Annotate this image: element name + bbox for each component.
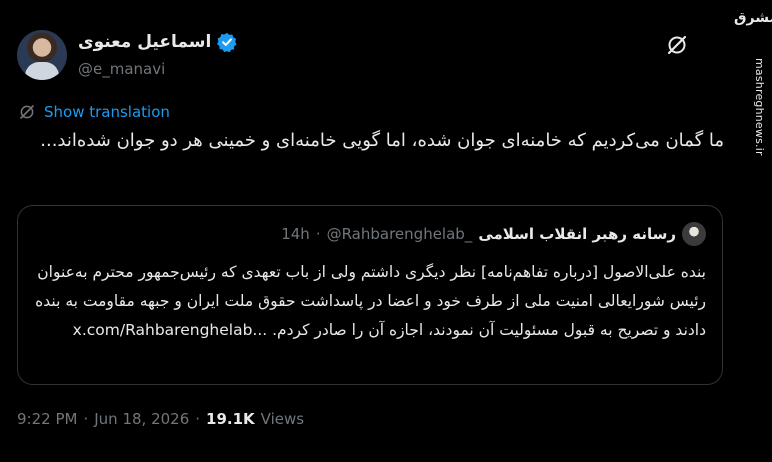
- watermark-site: mashreghnews.ir: [753, 58, 766, 156]
- meta-separator-2: ·: [195, 410, 201, 428]
- quoted-time[interactable]: 14h: [281, 225, 310, 243]
- translate-icon: [20, 105, 34, 119]
- watermark-strip: مشرق mashreghnews.ir: [734, 0, 772, 462]
- show-translation-button[interactable]: Show translation: [18, 103, 170, 121]
- author-display-name[interactable]: اسماعیل معنوی: [78, 32, 211, 52]
- author-name-row: اسماعیل معنوی: [78, 32, 237, 52]
- quoted-handle[interactable]: @Rahbarenghelab_: [327, 225, 473, 243]
- quoted-separator: ·: [315, 225, 321, 243]
- tweet-text: ما گمان می‌کردیم که خامنه‌ای جوان شده، ا…: [40, 130, 724, 151]
- views-count[interactable]: 19.1K: [206, 410, 255, 428]
- quoted-display-name[interactable]: رسانه رهبر انقلاب اسلامی: [478, 225, 676, 243]
- quoted-text: بنده علی‌الاصول [درباره تفاهم‌نامه] نظر …: [34, 258, 706, 345]
- watermark-logo: مشرق: [734, 10, 772, 26]
- author-handle[interactable]: @e_manavi: [78, 60, 165, 78]
- quoted-avatar[interactable]: [682, 222, 706, 246]
- author-avatar[interactable]: [17, 30, 67, 80]
- quoted-link[interactable]: x.com/Rahbarenghelab...: [73, 321, 268, 339]
- show-translation-label[interactable]: Show translation: [44, 103, 170, 121]
- grok-icon[interactable]: [665, 33, 689, 57]
- tweet-time[interactable]: 9:22 PM: [17, 410, 77, 428]
- tweet-meta: 9:22 PM · Jun 18, 2026 · 19.1K Views: [17, 410, 304, 428]
- meta-separator: ·: [83, 410, 89, 428]
- verified-badge-icon: [217, 32, 237, 52]
- views-label: Views: [260, 410, 305, 428]
- tweet-date[interactable]: Jun 18, 2026: [94, 410, 189, 428]
- quoted-tweet-header: رسانه رهبر انقلاب اسلامی @Rahbarenghelab…: [281, 222, 706, 246]
- quoted-tweet[interactable]: رسانه رهبر انقلاب اسلامی @Rahbarenghelab…: [17, 205, 723, 385]
